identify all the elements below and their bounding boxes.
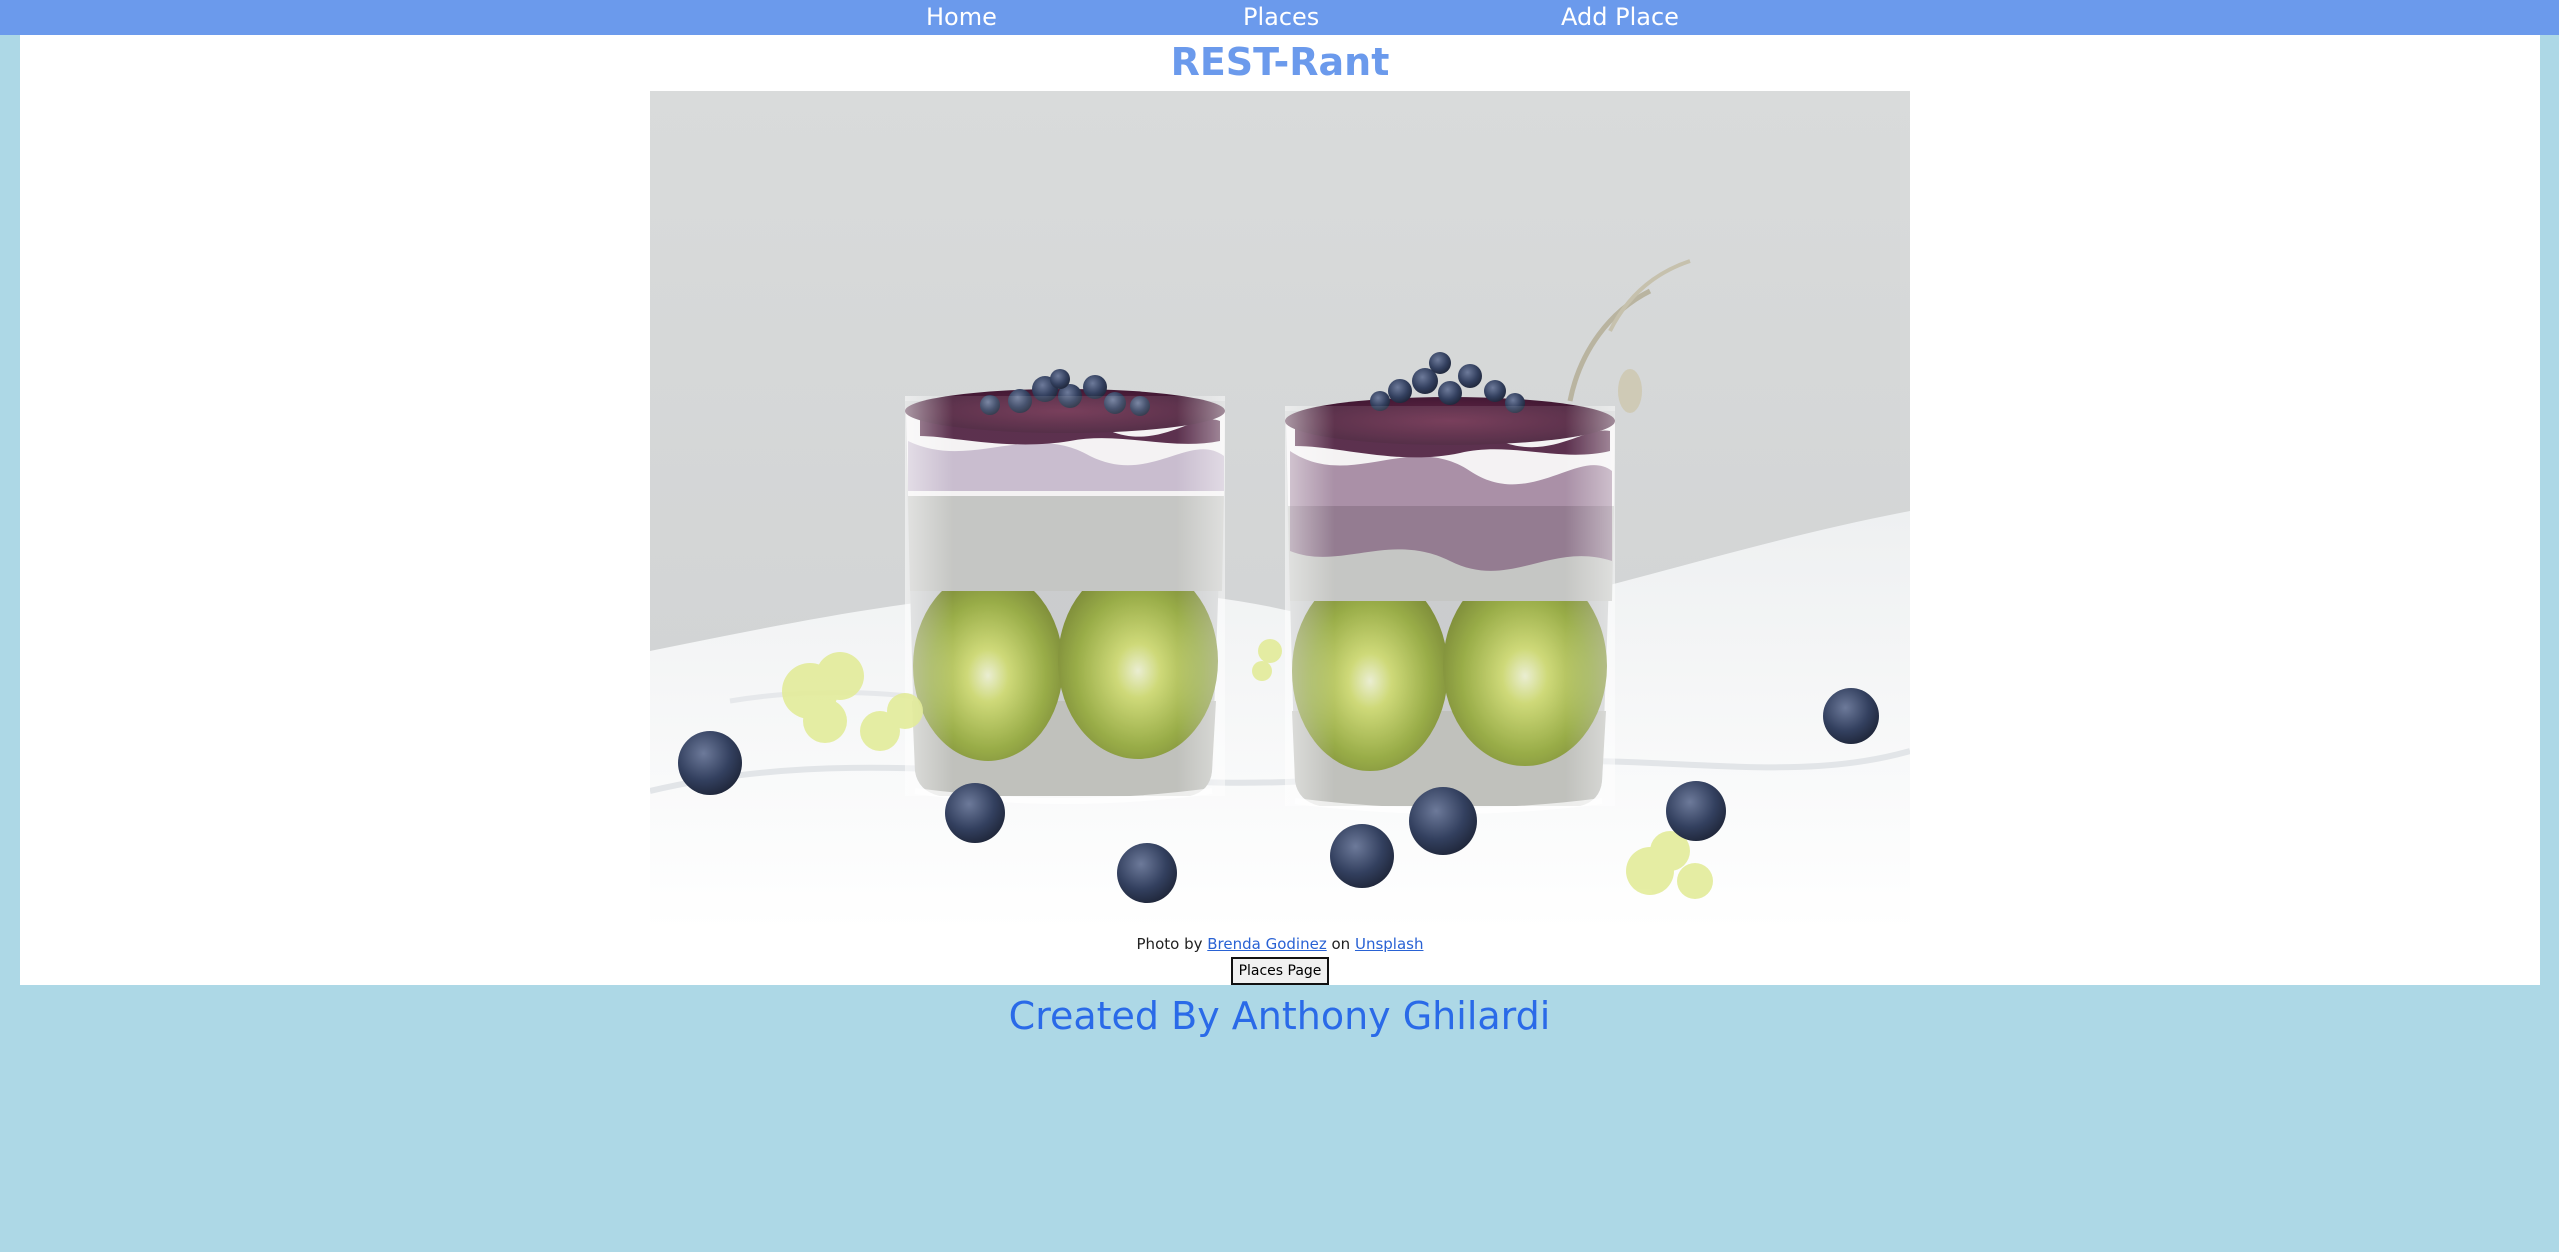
hero-image-graphic: [650, 91, 1910, 931]
credit-prefix: Photo by: [1136, 935, 1203, 953]
footer-credit: Created By Anthony Ghilardi: [1008, 994, 1551, 1038]
places-page-button[interactable]: Places Page: [1231, 957, 1329, 985]
credit-middle: on: [1331, 935, 1351, 953]
nav-add-place-link[interactable]: Add Place: [1561, 0, 1679, 35]
credit-site-link[interactable]: Unsplash: [1355, 935, 1424, 953]
nav-home-link[interactable]: Home: [926, 0, 997, 35]
top-navbar: Home Places Add Place: [0, 0, 2559, 35]
credit-author-link[interactable]: Brenda Godinez: [1207, 935, 1326, 953]
hero-image: [650, 91, 1910, 931]
page-title: REST-Rant: [1170, 40, 1390, 84]
glass-left: [905, 369, 1225, 804]
photo-credit: Photo by Brenda Godinez on Unsplash: [20, 932, 2540, 956]
nav-places-link[interactable]: Places: [1243, 0, 1319, 35]
main-content: REST-Rant Photo by Brenda Godinez on Uns…: [20, 35, 2540, 985]
glass-right: [1285, 352, 1615, 814]
